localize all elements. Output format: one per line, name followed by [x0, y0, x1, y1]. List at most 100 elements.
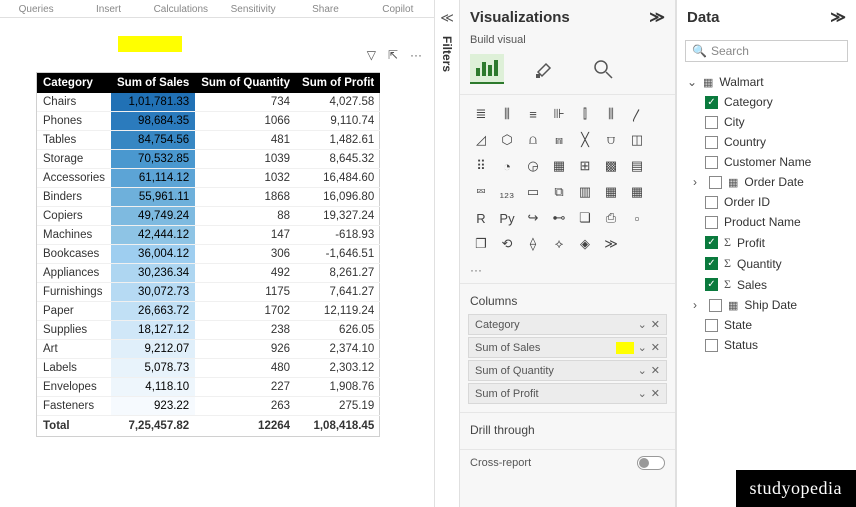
remove-icon[interactable]: ✕	[651, 387, 660, 400]
viz-line-clustered[interactable]: ⩎	[548, 129, 570, 151]
more-options-icon[interactable]: ···	[410, 48, 422, 62]
field-category[interactable]: ✓Category	[683, 92, 850, 112]
viz-qna[interactable]: ❏	[574, 207, 596, 229]
field-checkbox[interactable]	[705, 136, 718, 149]
viz-power-apps[interactable]: ❐	[470, 233, 492, 255]
field-status[interactable]: Status	[683, 335, 850, 355]
viz-area[interactable]: ◿	[470, 129, 492, 151]
viz-paginated[interactable]: ▫	[626, 207, 648, 229]
col-header[interactable]: Category	[37, 73, 111, 93]
field-checkbox[interactable]	[705, 196, 718, 209]
col-header[interactable]: Sum of Profit	[296, 73, 380, 93]
table-row[interactable]: Furnishings30,072.7311757,641.27	[37, 283, 380, 302]
field-order-date[interactable]: ›▦Order Date	[683, 172, 850, 192]
field-order-id[interactable]: Order ID	[683, 192, 850, 212]
field-ship-date[interactable]: ›▦Ship Date	[683, 295, 850, 315]
report-canvas[interactable]: QueriesInsertCalculations SensitivitySha…	[0, 0, 434, 507]
viz-more1[interactable]: ◈	[574, 233, 596, 255]
viz-kpi[interactable]: ⧉	[548, 181, 570, 203]
viz-donut[interactable]: ◶	[522, 155, 544, 177]
viz-slicer[interactable]: ▥	[574, 181, 596, 203]
collapse-icon[interactable]: ≫	[830, 8, 846, 26]
field-well[interactable]: Sum of Profit⌄✕	[468, 383, 667, 404]
viz-multi-card[interactable]: ▭	[522, 181, 544, 203]
remove-icon[interactable]: ✕	[651, 318, 660, 331]
table-row[interactable]: Accessories61,114.12103216,484.60	[37, 169, 380, 188]
viz-ribbon[interactable]: ╳	[574, 129, 596, 151]
table-row[interactable]: Copiers49,749.248819,327.24	[37, 207, 380, 226]
field-checkbox[interactable]	[705, 339, 718, 352]
viz-more2[interactable]: ≫	[600, 233, 622, 255]
viz-py-visual[interactable]: Py	[496, 207, 518, 229]
table-row[interactable]: Supplies18,127.12238626.05	[37, 321, 380, 340]
collapse-icon[interactable]: ≫	[649, 8, 665, 26]
field-checkbox[interactable]	[705, 216, 718, 229]
table-row[interactable]: Fasteners923.22263275.19	[37, 397, 380, 416]
table-visual[interactable]: Category Sum of Sales Sum of Quantity Su…	[36, 72, 380, 437]
viz-scatter[interactable]: ⠿	[470, 155, 492, 177]
viz-narrative[interactable]: ⎙	[600, 207, 622, 229]
field-checkbox[interactable]: ✓	[705, 236, 718, 249]
viz-card[interactable]: ₁₂₃	[496, 181, 518, 203]
filter-icon[interactable]: ▽	[367, 48, 376, 62]
chevron-down-icon[interactable]: ⌄	[638, 364, 647, 377]
viz-goals[interactable]: ⟠	[522, 233, 544, 255]
field-product-name[interactable]: Product Name	[683, 212, 850, 232]
format-visual-tab[interactable]	[528, 54, 562, 84]
viz-treemap[interactable]: ▦	[548, 155, 570, 177]
viz-clustered-bar[interactable]: ≡	[522, 103, 544, 125]
viz-key-infl[interactable]: ↪	[522, 207, 544, 229]
chevron-down-icon[interactable]: ⌄	[638, 318, 647, 331]
viz-funnel[interactable]: ◫	[626, 129, 648, 151]
viz-100-bar[interactable]: ⫿	[574, 103, 596, 125]
table-row[interactable]: Chairs1,01,781.337344,027.58	[37, 93, 380, 112]
table-row[interactable]: Bookcases36,004.12306-1,646.51	[37, 245, 380, 264]
field-checkbox[interactable]	[705, 116, 718, 129]
build-visual-tab[interactable]	[470, 54, 504, 84]
field-checkbox[interactable]: ✓	[705, 96, 718, 109]
table-row[interactable]: Tables84,754.564811,482.61	[37, 131, 380, 150]
field-city[interactable]: City	[683, 112, 850, 132]
table-row[interactable]: Art9,212.079262,374.10	[37, 340, 380, 359]
table-row[interactable]: Storage70,532.8510398,645.32	[37, 150, 380, 169]
analytics-tab[interactable]	[586, 54, 620, 84]
remove-icon[interactable]: ✕	[651, 364, 660, 377]
more-visuals-icon[interactable]: ···	[460, 263, 675, 277]
table-row[interactable]: Phones98,684.3510669,110.74	[37, 112, 380, 131]
viz-azure-map[interactable]: ▤	[626, 155, 648, 177]
viz-r-visual[interactable]: R	[470, 207, 492, 229]
search-input[interactable]: 🔍 Search	[685, 40, 848, 62]
viz-get-visuals[interactable]: ⟡	[548, 233, 570, 255]
field-well[interactable]: Category⌄✕	[468, 314, 667, 335]
field-checkbox[interactable]	[709, 299, 722, 312]
viz-decomp[interactable]: ⊷	[548, 207, 570, 229]
table-row[interactable]: Labels5,078.734802,303.12	[37, 359, 380, 378]
table-row[interactable]: Envelopes4,118.102271,908.76	[37, 378, 380, 397]
col-header[interactable]: Sum of Sales	[111, 73, 195, 93]
viz-waterfall[interactable]: ⩌	[600, 129, 622, 151]
col-header[interactable]: Sum of Quantity	[195, 73, 296, 93]
table-row[interactable]: Binders55,961.11186816,096.80	[37, 188, 380, 207]
cross-report-toggle[interactable]	[637, 456, 665, 470]
field-well[interactable]: Sum of Quantity⌄✕	[468, 360, 667, 381]
viz-clustered-column[interactable]: ⊪	[548, 103, 570, 125]
viz-table[interactable]: ▦	[600, 181, 622, 203]
viz-100-column[interactable]: ⫼	[600, 103, 622, 125]
table-row[interactable]: Paper26,663.72170212,119.24	[37, 302, 380, 321]
viz-stacked-column[interactable]: ⫼	[496, 103, 518, 125]
viz-stacked-bar[interactable]: ≣	[470, 103, 492, 125]
field-sales[interactable]: ✓ΣSales	[683, 274, 850, 295]
viz-gauge[interactable]: ⮹	[470, 181, 492, 203]
table-row[interactable]: Machines42,444.12147-618.93	[37, 226, 380, 245]
viz-pie[interactable]: ◔	[496, 155, 518, 177]
chevron-down-icon[interactable]: ⌄	[638, 387, 647, 400]
field-checkbox[interactable]: ✓	[705, 257, 718, 270]
viz-map[interactable]: ⊞	[574, 155, 596, 177]
field-well[interactable]: Sum of Sales⌄✕	[468, 337, 667, 358]
field-profit[interactable]: ✓ΣProfit	[683, 232, 850, 253]
filters-pane-collapsed[interactable]: ≪ Filters	[434, 0, 460, 507]
field-checkbox[interactable]	[705, 319, 718, 332]
field-state[interactable]: State	[683, 315, 850, 335]
chevron-down-icon[interactable]: ⌄	[638, 341, 647, 354]
field-checkbox[interactable]	[709, 176, 722, 189]
